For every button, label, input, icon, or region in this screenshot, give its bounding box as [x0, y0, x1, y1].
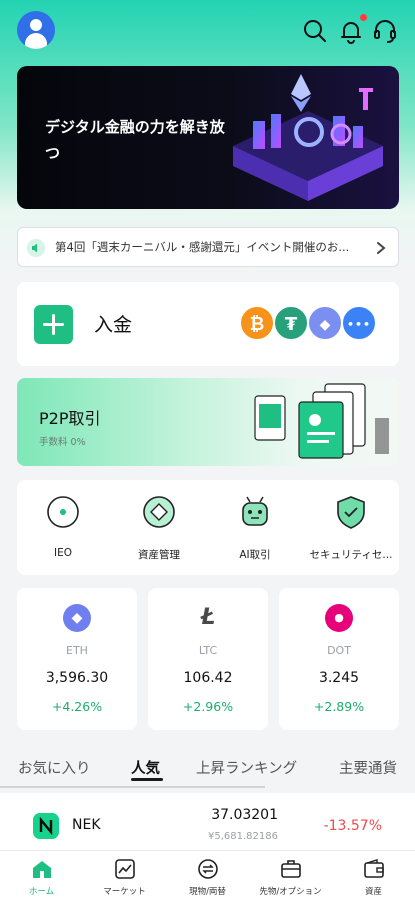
bell-icon[interactable]: [338, 18, 364, 44]
headset-icon[interactable]: [372, 18, 398, 44]
litecoin-icon: Ł: [200, 605, 216, 630]
chart-icon: [115, 859, 135, 879]
coin-fiat-price: ¥5,681.82186: [208, 831, 278, 842]
nek-coin-icon: [33, 813, 59, 839]
market-symbol: DOT: [327, 644, 351, 657]
nav-spot[interactable]: 現物/両替: [166, 855, 249, 899]
wallet-icon: [364, 859, 384, 878]
nav-assets[interactable]: 資産: [332, 855, 415, 899]
feature-ieo[interactable]: IEO: [17, 494, 109, 566]
market-change: +4.26%: [51, 699, 103, 714]
coin-change: -13.57%: [323, 818, 382, 834]
market-symbol: LTC: [198, 644, 218, 657]
market-change: +2.89%: [313, 699, 365, 714]
market-change: +2.96%: [182, 699, 234, 714]
p2p-illustration: [254, 383, 389, 459]
polkadot-icon: ●: [325, 604, 353, 632]
speaker-icon: [27, 239, 45, 257]
market-tabs: お気に入り 人気 上昇ランキング 主要通貨: [0, 752, 415, 790]
feature-asset-management[interactable]: 資産管理: [113, 494, 205, 566]
more-icon[interactable]: •••: [341, 305, 377, 341]
search-icon[interactable]: [302, 18, 328, 44]
market-price: 3,596.30: [45, 670, 109, 686]
briefcase-icon: [281, 860, 301, 878]
announcement-text: 第4回「週末カーニバル・感謝還元」イベント開催のお...: [55, 240, 350, 254]
deposit-label: 入金: [94, 314, 133, 336]
home-icon: [33, 861, 51, 878]
market-symbol: ETH: [66, 644, 88, 657]
market-card-dot[interactable]: ● DOT 3.245 +2.89%: [279, 588, 399, 730]
p2p-title: P2P取引: [39, 409, 101, 428]
notification-dot: [360, 14, 367, 21]
banner-headline: デジタル金融の力を解き放つ: [45, 118, 225, 162]
robot-icon: [242, 496, 268, 526]
coin-price: 37.03201: [211, 807, 278, 823]
nav-market[interactable]: マーケット: [83, 855, 166, 899]
chevron-right-icon[interactable]: [374, 240, 388, 256]
feature-grid: IEO 資産管理 AI取引 セキュリティセ...: [17, 480, 399, 575]
tab-popular[interactable]: 人気: [131, 757, 160, 778]
nav-home[interactable]: ホーム: [0, 855, 83, 899]
ethereum-icon: ◆: [63, 604, 91, 632]
tab-gainers[interactable]: 上昇ランキング: [196, 757, 297, 778]
crypto-illustration: [233, 74, 383, 201]
bottom-nav: ホーム マーケット 現物/両替 先物/オプション 資産: [0, 850, 415, 900]
feature-security-center[interactable]: セキュリティセ...: [305, 494, 397, 566]
top-bar: [0, 0, 415, 62]
market-price: 3.245: [318, 670, 360, 686]
tether-icon: ₮: [273, 305, 309, 341]
active-tab-indicator: [131, 778, 163, 781]
feature-ai-trading[interactable]: AI取引: [209, 494, 301, 566]
tab-favorites[interactable]: お気に入り: [18, 757, 91, 778]
tab-scroll-track: [0, 786, 265, 788]
p2p-card[interactable]: P2P取引 手数料 0%: [17, 378, 399, 466]
market-card-eth[interactable]: ◆ ETH 3,596.30 +4.26%: [17, 588, 137, 730]
promo-banner[interactable]: デジタル金融の力を解き放つ: [17, 66, 399, 209]
asset-management-icon: [143, 496, 175, 528]
list-item[interactable]: NEK 37.03201 ¥5,681.82186 -13.57%: [0, 793, 415, 851]
ethereum-icon: ◆: [307, 305, 343, 341]
deposit-plus-button[interactable]: [34, 305, 73, 344]
tab-major-coins[interactable]: 主要通貨: [339, 757, 397, 778]
avatar[interactable]: [17, 11, 55, 49]
deposit-card[interactable]: 入金 ₿ ₮ ◆ •••: [17, 282, 399, 366]
coin-name: NEK: [72, 817, 101, 833]
shield-icon: [337, 496, 365, 529]
exchange-icon: [198, 859, 218, 879]
ieo-icon: [47, 496, 79, 528]
p2p-fee: 手数料 0%: [39, 437, 86, 448]
market-price: 106.42: [183, 670, 233, 686]
nav-futures[interactable]: 先物/オプション: [249, 855, 332, 899]
announcement-bar[interactable]: 第4回「週末カーニバル・感謝還元」イベント開催のお...: [17, 227, 399, 267]
market-card-ltc[interactable]: Ł LTC 106.42 +2.96%: [148, 588, 268, 730]
bitcoin-icon: ₿: [239, 305, 275, 341]
